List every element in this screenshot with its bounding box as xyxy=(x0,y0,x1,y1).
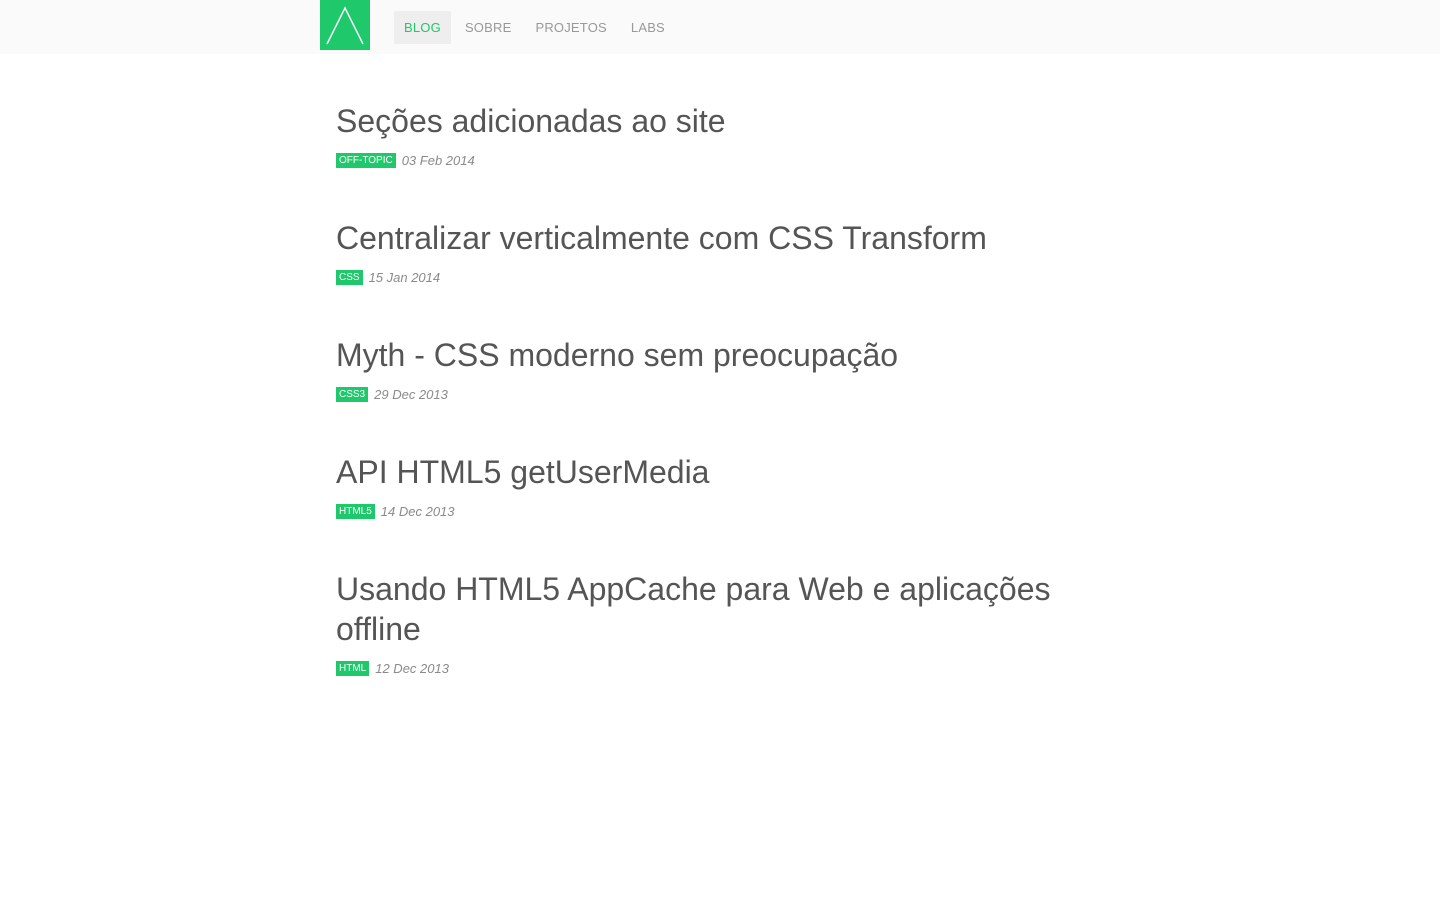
post-item: Centralizar verticalmente com CSS Transf… xyxy=(336,218,1096,285)
post-tag[interactable]: CSS3 xyxy=(336,386,369,402)
post-tag[interactable]: CSS xyxy=(336,269,363,285)
post-item: Seções adicionadas ao site OFF-TOPIC 03 … xyxy=(336,101,1096,168)
post-tag[interactable]: HTML xyxy=(336,660,370,676)
nav-item-projetos[interactable]: PROJETOS xyxy=(525,11,616,44)
post-item: Myth - CSS moderno sem preocupação CSS3 … xyxy=(336,335,1096,402)
post-meta: OFF-TOPIC 03 Feb 2014 xyxy=(336,152,1096,168)
post-title: Usando HTML5 AppCache para Web e aplicaç… xyxy=(336,569,1096,649)
post-title: Centralizar verticalmente com CSS Transf… xyxy=(336,218,1096,258)
top-navigation-bar: BLOG SOBRE PROJETOS LABS xyxy=(0,0,1440,54)
post-title-link[interactable]: Usando HTML5 AppCache para Web e aplicaç… xyxy=(336,571,1050,647)
post-title-link[interactable]: API HTML5 getUserMedia xyxy=(336,454,709,490)
post-title-link[interactable]: Myth - CSS moderno sem preocupação xyxy=(336,337,898,373)
post-date: 03 Feb 2014 xyxy=(401,152,475,168)
logo-icon-shape xyxy=(326,6,364,45)
post-date: 12 Dec 2013 xyxy=(375,660,449,676)
nav-item-sobre[interactable]: SOBRE xyxy=(455,11,522,44)
post-meta: HTML5 14 Dec 2013 xyxy=(336,503,1096,519)
post-meta: HTML 12 Dec 2013 xyxy=(336,660,1096,676)
logo-icon[interactable] xyxy=(320,0,370,50)
post-title: Myth - CSS moderno sem preocupação xyxy=(336,335,1096,375)
post-title: Seções adicionadas ao site xyxy=(336,101,1096,141)
post-date: 15 Jan 2014 xyxy=(368,269,441,285)
post-date: 14 Dec 2013 xyxy=(380,503,455,519)
post-date: 29 Dec 2013 xyxy=(374,386,448,402)
post-item: Usando HTML5 AppCache para Web e aplicaç… xyxy=(336,569,1096,676)
post-title-link[interactable]: Seções adicionadas ao site xyxy=(336,103,726,139)
nav-item-blog[interactable]: BLOG xyxy=(394,11,451,44)
nav-item-labs[interactable]: LABS xyxy=(621,11,675,44)
main-nav: BLOG SOBRE PROJETOS LABS xyxy=(394,11,679,44)
post-title: API HTML5 getUserMedia xyxy=(336,452,1096,492)
post-tag[interactable]: OFF-TOPIC xyxy=(336,152,396,168)
post-tag[interactable]: HTML5 xyxy=(336,503,375,519)
post-title-link[interactable]: Centralizar verticalmente com CSS Transf… xyxy=(336,220,987,256)
post-meta: CSS3 29 Dec 2013 xyxy=(336,386,1096,402)
post-meta: CSS 15 Jan 2014 xyxy=(336,269,1096,285)
post-item: API HTML5 getUserMedia HTML5 14 Dec 2013 xyxy=(336,452,1096,519)
